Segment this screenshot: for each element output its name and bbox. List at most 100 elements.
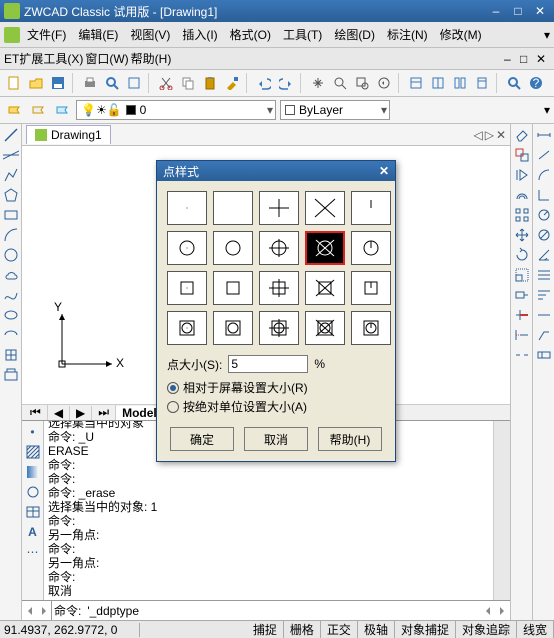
size-input[interactable]: [228, 355, 308, 373]
snap-toggle[interactable]: 捕捉: [247, 621, 284, 638]
break-icon[interactable]: [513, 346, 531, 364]
dim-arc-icon[interactable]: [535, 166, 553, 184]
props-button[interactable]: [406, 73, 426, 93]
radio-abs[interactable]: 按绝对单位设置大小(A): [167, 398, 385, 415]
redo-button[interactable]: [276, 73, 296, 93]
menu-insert[interactable]: 插入(I): [177, 24, 222, 45]
trim-icon[interactable]: [513, 306, 531, 324]
zoom-realtime-button[interactable]: [330, 73, 350, 93]
mdi-restore-button[interactable]: □: [520, 52, 534, 66]
quick-dim-icon[interactable]: [535, 266, 553, 284]
point-style-cell[interactable]: [213, 191, 253, 225]
tab-next-button[interactable]: ▷: [485, 128, 494, 142]
ellipsearc-icon[interactable]: [2, 326, 20, 344]
menu-view[interactable]: 视图(V): [125, 24, 175, 45]
radio-screen[interactable]: 相对于屏幕设置大小(R): [167, 379, 385, 396]
preview-button[interactable]: [102, 73, 122, 93]
print-button[interactable]: [80, 73, 100, 93]
polyline-icon[interactable]: [2, 166, 20, 184]
point-style-cell[interactable]: [167, 231, 207, 265]
offset-icon[interactable]: [513, 186, 531, 204]
ortho-toggle[interactable]: 正交: [321, 621, 358, 638]
menu-tools[interactable]: 工具(T): [278, 24, 327, 45]
close-button[interactable]: ✕: [530, 4, 550, 18]
copy-button[interactable]: [178, 73, 198, 93]
menu-window[interactable]: 窗口(W): [85, 50, 128, 67]
point-style-cell[interactable]: [167, 271, 207, 305]
extend-icon[interactable]: [513, 326, 531, 344]
stretch-icon[interactable]: [513, 286, 531, 304]
toolpalettes-button[interactable]: [450, 73, 470, 93]
lwt-toggle[interactable]: 线宽: [517, 621, 554, 638]
tab-prev-button[interactable]: ◁: [473, 128, 482, 142]
point-style-cell[interactable]: [351, 191, 391, 225]
dim-ord-icon[interactable]: [535, 186, 553, 204]
line-icon[interactable]: [2, 126, 20, 144]
layer-combo[interactable]: 💡 ☀ 🔓 0 ▾: [76, 100, 276, 120]
first-tab-button[interactable]: ⏮: [24, 405, 48, 420]
leader-icon[interactable]: [535, 326, 553, 344]
array-icon[interactable]: [513, 206, 531, 224]
scrollbar[interactable]: [494, 421, 510, 600]
scale-icon[interactable]: [513, 266, 531, 284]
cmdline-right-grip[interactable]: [480, 601, 510, 621]
toolbar-overflow-button[interactable]: ▾: [544, 103, 550, 117]
polygon-icon[interactable]: [2, 186, 20, 204]
open-button[interactable]: [26, 73, 46, 93]
minimize-button[interactable]: ‒: [486, 4, 506, 18]
dim-linear-icon[interactable]: [535, 126, 553, 144]
menu-draw[interactable]: 绘图(D): [329, 24, 380, 45]
dim-diameter-icon[interactable]: [535, 226, 553, 244]
calc-button[interactable]: [472, 73, 492, 93]
point-icon[interactable]: •: [24, 423, 42, 441]
dlg-help-button[interactable]: 帮助(H): [318, 427, 382, 451]
arc-icon[interactable]: [2, 226, 20, 244]
point-style-cell[interactable]: [351, 231, 391, 265]
point-style-cell[interactable]: [259, 231, 299, 265]
point-style-cell[interactable]: [305, 311, 345, 345]
insert-icon[interactable]: [2, 346, 20, 364]
rectangle-icon[interactable]: [2, 206, 20, 224]
point-style-cell[interactable]: [213, 231, 253, 265]
point-style-cell[interactable]: [259, 311, 299, 345]
rotate-icon[interactable]: [513, 246, 531, 264]
ellipse-icon[interactable]: [2, 306, 20, 324]
mirror-icon[interactable]: [513, 166, 531, 184]
menu-file[interactable]: 文件(F): [22, 24, 71, 45]
mdi-close-button[interactable]: ✕: [536, 52, 550, 66]
cut-button[interactable]: [156, 73, 176, 93]
osnap-toggle[interactable]: 对象捕捉: [395, 621, 456, 638]
copy-icon[interactable]: [513, 146, 531, 164]
layer-prev-button[interactable]: [28, 100, 48, 120]
maximize-button[interactable]: □: [508, 4, 528, 18]
ok-button[interactable]: 确定: [170, 427, 234, 451]
help-button[interactable]: ?: [526, 73, 546, 93]
point-style-cell[interactable]: [305, 271, 345, 305]
erase-icon[interactable]: [513, 126, 531, 144]
point-style-cell[interactable]: [167, 191, 207, 225]
grid-toggle[interactable]: 栅格: [284, 621, 321, 638]
dim-aligned-icon[interactable]: [535, 146, 553, 164]
block-icon[interactable]: [2, 366, 20, 384]
point-style-cell[interactable]: [259, 271, 299, 305]
designcenter-button[interactable]: [428, 73, 448, 93]
pan-button[interactable]: [308, 73, 328, 93]
publish-button[interactable]: [124, 73, 144, 93]
hatch-icon[interactable]: [24, 443, 42, 461]
find-button[interactable]: [504, 73, 524, 93]
zoom-window-button[interactable]: [352, 73, 372, 93]
baseline-icon[interactable]: [535, 286, 553, 304]
paste-button[interactable]: [200, 73, 220, 93]
cmdline-grip[interactable]: [22, 601, 52, 620]
point-style-cell[interactable]: [259, 191, 299, 225]
command-input[interactable]: [83, 601, 480, 620]
circle-icon[interactable]: [2, 246, 20, 264]
spline-icon[interactable]: [2, 286, 20, 304]
dim-radius-icon[interactable]: [535, 206, 553, 224]
point-style-cell[interactable]: [305, 231, 345, 265]
dialog-titlebar[interactable]: 点样式 ✕: [157, 161, 395, 181]
menu-dim[interactable]: 标注(N): [382, 24, 433, 45]
point-style-cell[interactable]: [213, 271, 253, 305]
mtext-icon[interactable]: A: [24, 523, 42, 541]
undo-button[interactable]: [254, 73, 274, 93]
